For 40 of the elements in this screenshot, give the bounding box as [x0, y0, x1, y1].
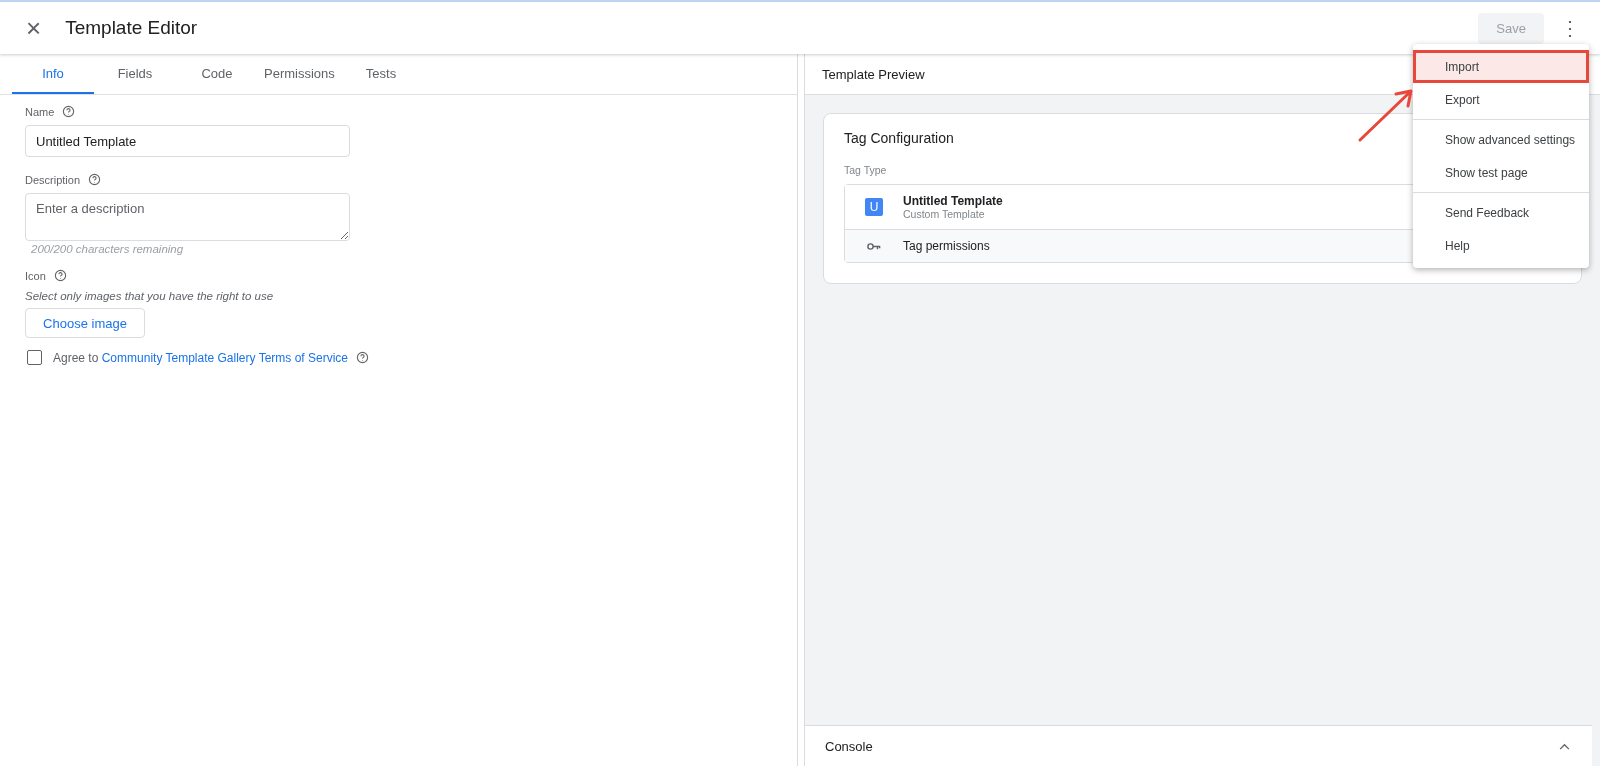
- description-input-field[interactable]: Enter a description: [25, 193, 350, 241]
- choose-image-button[interactable]: Choose image: [25, 308, 145, 338]
- tab[interactable]: Info: [12, 54, 94, 94]
- more-button[interactable]: ⋮: [1556, 16, 1584, 40]
- permissions-label: Tag permissions: [903, 239, 990, 253]
- checkbox[interactable]: [27, 350, 42, 365]
- agree-label: Agree to Community Template Gallery Terms of Service: [53, 350, 348, 365]
- tab[interactable]: Tests: [340, 54, 422, 94]
- key-icon: [867, 241, 881, 251]
- hint-text: Select only images that you have the right to use: [25, 290, 274, 302]
- menu-item[interactable]: Show advanced settings: [1413, 123, 1589, 156]
- field-label: Name: [25, 105, 55, 118]
- template-icon: U: [865, 198, 883, 216]
- field-label: Description: [25, 173, 81, 186]
- field-label: Icon: [25, 269, 46, 282]
- tab[interactable]: Code: [176, 54, 258, 94]
- help-icon[interactable]: [62, 105, 76, 118]
- console-label: Console: [825, 738, 873, 754]
- console-bar[interactable]: Console: [805, 725, 1592, 766]
- menu-item[interactable]: Export: [1413, 83, 1589, 116]
- close-button[interactable]: ×: [20, 15, 48, 41]
- window-title: Template Editor: [65, 17, 199, 39]
- chevron-icon[interactable]: [1559, 742, 1570, 750]
- name-input-field[interactable]: Untitled Template: [25, 125, 350, 157]
- help-icon[interactable]: [53, 269, 67, 282]
- card-title: Tag Configuration: [844, 130, 954, 146]
- terms-link[interactable]: Community Template Gallery Terms of Service: [101, 350, 348, 365]
- tab[interactable]: Fields: [94, 54, 176, 94]
- field-label: Tag Type: [844, 164, 887, 176]
- panel-title: Template Preview: [822, 66, 925, 82]
- tag-name: Untitled Template: [903, 194, 1003, 208]
- menu-item[interactable]: Help: [1413, 229, 1589, 262]
- tag-subtitle: Custom Template: [903, 208, 986, 220]
- menu-item[interactable]: Show test page: [1413, 156, 1589, 189]
- menu-item[interactable]: Import: [1413, 50, 1589, 83]
- tab[interactable]: Permissions: [258, 54, 340, 94]
- help-icon[interactable]: [88, 173, 102, 186]
- helper-text: 200/200 characters remaining: [31, 243, 184, 255]
- menu-item[interactable]: Send Feedback: [1413, 196, 1589, 229]
- help-icon[interactable]: [356, 351, 369, 364]
